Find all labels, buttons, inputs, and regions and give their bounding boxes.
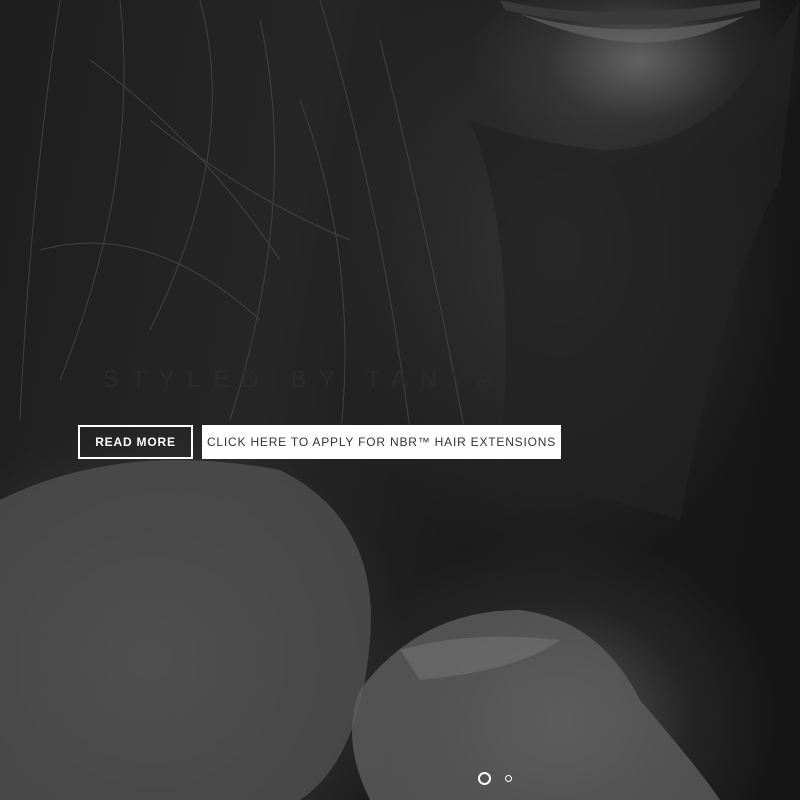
apply-hair-extensions-button[interactable]: CLICK HERE TO APPLY FOR NBR™ HAIR EXTENS… — [202, 425, 561, 459]
slider-pagination — [478, 772, 512, 785]
hero-background-photo — [0, 0, 800, 800]
hero-title: STYLED BY TANYA — [103, 366, 505, 393]
read-more-button[interactable]: READ MORE — [78, 425, 193, 459]
hero-slider: STYLED BY TANYA READ MORE CLICK HERE TO … — [0, 0, 800, 800]
slide-dot-2[interactable] — [505, 775, 512, 782]
slide-dot-1[interactable] — [478, 772, 491, 785]
